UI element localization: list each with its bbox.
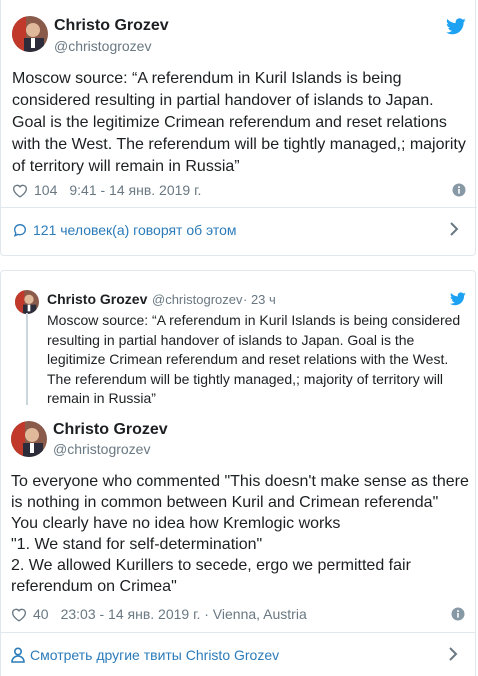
quoted-author-name[interactable]: Christo Grozev [47,291,147,307]
quoted-time[interactable]: · 23 ч [243,292,276,307]
tweet-text: Moscow source: “A referendum in Kuril Is… [12,70,466,175]
avatar[interactable] [11,421,47,457]
chevron-right-icon[interactable] [448,646,458,665]
tweet-meta: 40 23:03 - 14 янв. 2019 г. · Vienna, Aus… [11,604,307,624]
quoted-tweet-text: Moscow source: “A referendum in Kuril Is… [47,312,461,406]
heart-icon[interactable] [12,183,28,198]
conversation-count[interactable]: 121 человек(а) говорят об этом [33,222,237,238]
like-count[interactable]: 104 [34,182,57,198]
author-handle[interactable]: @christogrozev [54,38,151,54]
twitter-bird-icon[interactable] [450,292,466,311]
avatar[interactable] [12,16,48,52]
conversation-link[interactable]: 121 человек(а) говорят об этом [1,218,477,242]
quoted-avatar[interactable] [15,290,39,314]
tweet-timestamp[interactable]: 9:41 - 14 янв. 2019 г. [69,182,201,198]
like-count[interactable]: 40 [33,606,49,622]
info-icon[interactable] [451,607,465,626]
more-tweets-link[interactable]: Смотреть другие твиты Christo Grozev [0,643,476,667]
speech-bubble-icon [12,222,28,238]
tweet-text: To everyone who commented "This doesn't … [11,473,469,595]
quoted-author-handle[interactable]: @christogrozev [152,292,243,307]
tweet-card-main: Christo Grozev @christogrozev Moscow sou… [0,0,477,256]
tweet-meta: 104 9:41 - 14 янв. 2019 г. [12,180,201,200]
more-tweets-label[interactable]: Смотреть другие твиты Christo Grozev [30,647,279,663]
twitter-bird-icon[interactable] [446,18,466,40]
info-icon[interactable] [452,183,466,202]
divider [0,632,476,633]
chevron-right-icon[interactable] [449,221,459,240]
thread-line [26,313,28,405]
person-icon [11,647,25,663]
tweet-timestamp[interactable]: 23:03 - 14 янв. 2019 г. · Vienna, Austri… [61,606,307,622]
author-name[interactable]: Christo Grozev [54,17,169,35]
heart-icon[interactable] [11,607,27,622]
author-handle[interactable]: @christogrozev [53,441,150,457]
author-name[interactable]: Christo Grozev [53,421,168,439]
divider [1,207,477,208]
